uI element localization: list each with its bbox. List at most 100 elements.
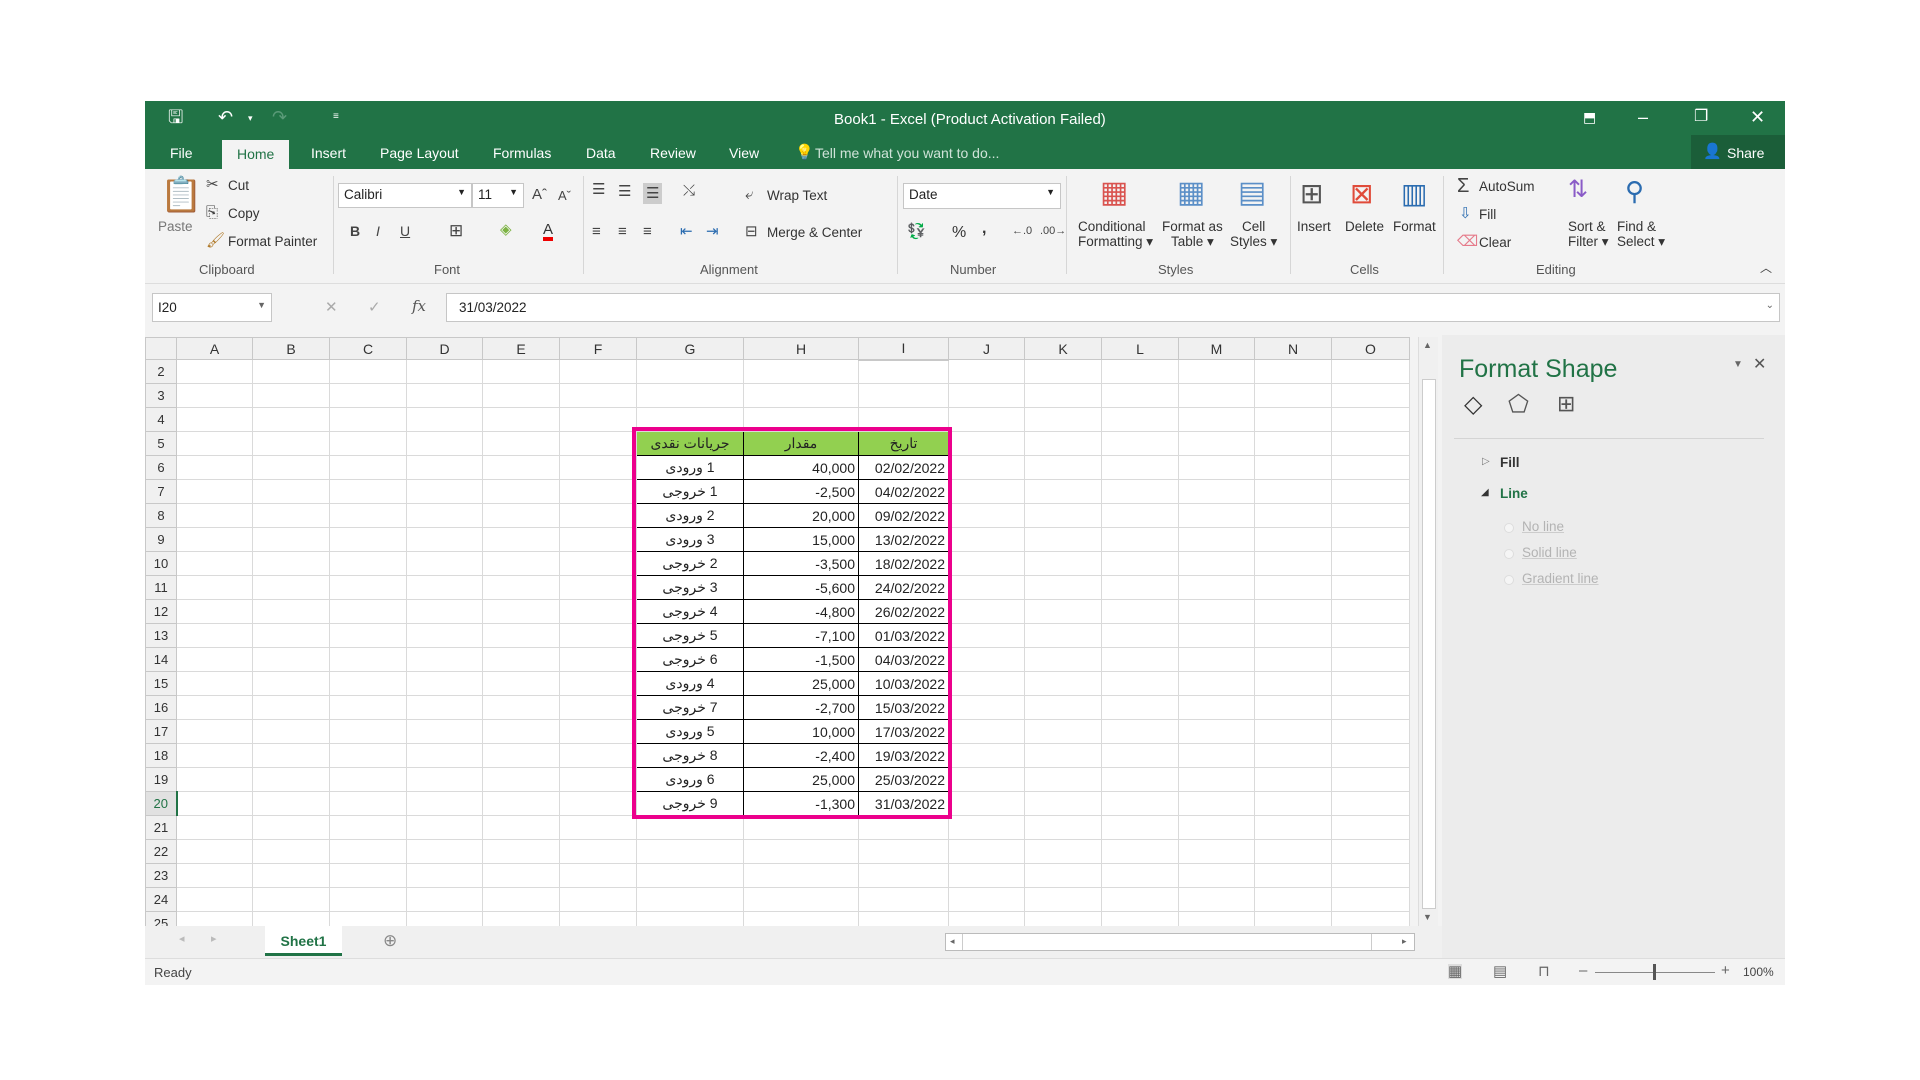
cell-L11[interactable]: [1101, 575, 1179, 600]
cell-E4[interactable]: [482, 407, 560, 432]
cell-F16[interactable]: [559, 695, 637, 720]
font-size-dropdown[interactable]: 11 ▼: [472, 183, 524, 208]
cell-L8[interactable]: [1101, 503, 1179, 528]
column-header-J[interactable]: J: [948, 337, 1025, 360]
cell-D13[interactable]: [406, 623, 483, 648]
cell-B13[interactable]: [252, 623, 330, 648]
cell-F24[interactable]: [559, 887, 637, 912]
cell-K6[interactable]: [1024, 455, 1102, 480]
cell-A15[interactable]: [176, 671, 253, 696]
row-header-20[interactable]: 20: [145, 791, 178, 816]
table-cell[interactable]: -4,800: [743, 599, 859, 624]
h-scroll-thumb[interactable]: [962, 934, 1372, 950]
column-header-H[interactable]: H: [743, 337, 859, 360]
table-cell[interactable]: 02/02/2022: [858, 455, 949, 480]
decrease-decimal-icon[interactable]: .00→: [1040, 226, 1066, 237]
cell-F15[interactable]: [559, 671, 637, 696]
cell-F23[interactable]: [559, 863, 637, 888]
cell-N5[interactable]: [1254, 431, 1332, 456]
cell-I3[interactable]: [858, 383, 949, 408]
cell-N18[interactable]: [1254, 743, 1332, 768]
cell-E16[interactable]: [482, 695, 560, 720]
cell-N22[interactable]: [1254, 839, 1332, 864]
cell-A3[interactable]: [176, 383, 253, 408]
table-cell[interactable]: 6 خروجی: [636, 647, 744, 672]
cell-B7[interactable]: [252, 479, 330, 504]
fill-expand-icon[interactable]: ▷: [1482, 457, 1490, 467]
cell-C13[interactable]: [329, 623, 407, 648]
cell-C22[interactable]: [329, 839, 407, 864]
cell-M14[interactable]: [1178, 647, 1255, 672]
accounting-format-icon[interactable]: 💱: [907, 224, 926, 239]
cell-K2[interactable]: [1024, 359, 1102, 384]
font-color-icon[interactable]: A: [543, 222, 554, 241]
cell-K22[interactable]: [1024, 839, 1102, 864]
cell-N21[interactable]: [1254, 815, 1332, 840]
align-left-icon[interactable]: ≡: [592, 224, 601, 239]
cell-K7[interactable]: [1024, 479, 1102, 504]
zoom-level[interactable]: 100%: [1743, 965, 1774, 979]
cell-A6[interactable]: [176, 455, 253, 480]
cell-F3[interactable]: [559, 383, 637, 408]
cell-K13[interactable]: [1024, 623, 1102, 648]
cell-N12[interactable]: [1254, 599, 1332, 624]
cell-J11[interactable]: [948, 575, 1025, 600]
cell-F14[interactable]: [559, 647, 637, 672]
cell-M4[interactable]: [1178, 407, 1255, 432]
no-line-option[interactable]: No line: [1522, 519, 1564, 534]
table-cell[interactable]: -7,100: [743, 623, 859, 648]
paste-icon[interactable]: 📋: [160, 178, 202, 212]
cell-K18[interactable]: [1024, 743, 1102, 768]
cell-J18[interactable]: [948, 743, 1025, 768]
cell-A8[interactable]: [176, 503, 253, 528]
cell-K16[interactable]: [1024, 695, 1102, 720]
cell-J12[interactable]: [948, 599, 1025, 624]
cell-N13[interactable]: [1254, 623, 1332, 648]
cell-K15[interactable]: [1024, 671, 1102, 696]
gradient-line-option[interactable]: Gradient line: [1522, 571, 1599, 586]
row-header-22[interactable]: 22: [145, 839, 177, 864]
cell-G24[interactable]: [636, 887, 744, 912]
cell-A5[interactable]: [176, 431, 253, 456]
clear-button[interactable]: Clear: [1479, 235, 1511, 250]
pane-options-icon[interactable]: ▼: [1733, 360, 1743, 370]
cell-E14[interactable]: [482, 647, 560, 672]
cell-F6[interactable]: [559, 455, 637, 480]
cell-B11[interactable]: [252, 575, 330, 600]
cell-I21[interactable]: [858, 815, 949, 840]
table-cell[interactable]: 31/03/2022: [858, 791, 949, 816]
tab-page-layout[interactable]: Page Layout: [380, 145, 459, 161]
table-cell[interactable]: 04/03/2022: [858, 647, 949, 672]
cell-C2[interactable]: [329, 359, 407, 384]
cell-B22[interactable]: [252, 839, 330, 864]
cell-L12[interactable]: [1101, 599, 1179, 624]
cell-C21[interactable]: [329, 815, 407, 840]
cell-B5[interactable]: [252, 431, 330, 456]
cell-O18[interactable]: [1331, 743, 1410, 768]
font-name-dropdown[interactable]: Calibri ▼: [338, 183, 472, 208]
table-cell[interactable]: 2 ورودی: [636, 503, 744, 528]
customize-qat-icon[interactable]: ≡: [333, 112, 339, 122]
table-cell[interactable]: 09/02/2022: [858, 503, 949, 528]
cell-C12[interactable]: [329, 599, 407, 624]
cell-B18[interactable]: [252, 743, 330, 768]
cell-B2[interactable]: [252, 359, 330, 384]
row-header-21[interactable]: 21: [145, 815, 177, 840]
cell-I24[interactable]: [858, 887, 949, 912]
cell-A21[interactable]: [176, 815, 253, 840]
cell-A16[interactable]: [176, 695, 253, 720]
table-cell[interactable]: 8 خروجی: [636, 743, 744, 768]
cell-I2[interactable]: [858, 359, 949, 384]
cell-F4[interactable]: [559, 407, 637, 432]
italic-button[interactable]: I: [376, 224, 380, 238]
cell-O10[interactable]: [1331, 551, 1410, 576]
cell-B24[interactable]: [252, 887, 330, 912]
line-section-header[interactable]: Line: [1500, 486, 1528, 501]
table-cell[interactable]: 1 ورودی: [636, 455, 744, 480]
cell-K17[interactable]: [1024, 719, 1102, 744]
cell-O20[interactable]: [1331, 791, 1410, 816]
cell-F7[interactable]: [559, 479, 637, 504]
cell-N16[interactable]: [1254, 695, 1332, 720]
table-cell[interactable]: 40,000: [743, 455, 859, 480]
cell-M19[interactable]: [1178, 767, 1255, 792]
